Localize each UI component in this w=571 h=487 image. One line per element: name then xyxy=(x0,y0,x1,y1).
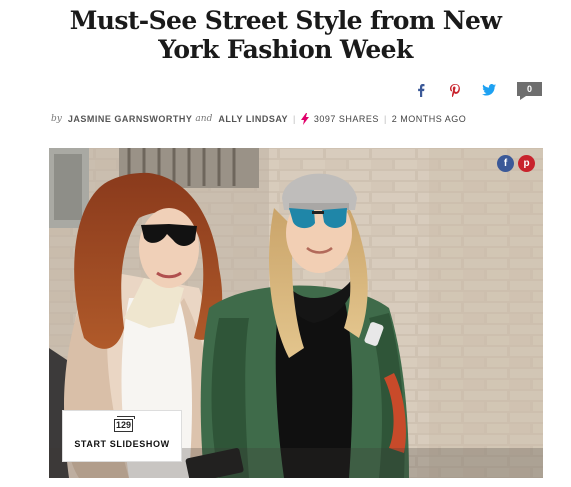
photo-pinterest-share-icon[interactable]: p xyxy=(518,155,535,172)
byline-divider: | xyxy=(383,114,387,124)
slideshow-count-icon: 129 xyxy=(114,416,135,432)
article-title: Must-See Street Style from New York Fash… xyxy=(69,6,502,64)
start-slideshow-button[interactable]: 129 START SLIDESHOW xyxy=(62,410,182,462)
share-count: 3097 SHARES xyxy=(313,114,379,124)
lightning-bolt-icon xyxy=(300,113,309,125)
comment-count-button[interactable]: 0 xyxy=(517,82,542,100)
facebook-icon[interactable] xyxy=(414,82,428,98)
byline-and: and xyxy=(195,114,213,124)
author-link-1[interactable]: JASMINE GARNSWORTHY xyxy=(68,114,193,124)
byline: by JASMINE GARNSWORTHY and ALLY LINDSAY … xyxy=(51,113,466,125)
byline-divider: | xyxy=(293,114,296,124)
author-link-2[interactable]: ALLY LINDSAY xyxy=(218,114,288,124)
share-bar xyxy=(0,82,571,100)
start-slideshow-label: START SLIDESHOW xyxy=(74,439,170,449)
twitter-icon[interactable] xyxy=(479,82,499,98)
publish-time: 2 MONTHS AGO xyxy=(391,114,467,124)
photo-facebook-share-icon[interactable]: f xyxy=(497,155,514,172)
pinterest-icon[interactable] xyxy=(447,82,463,98)
byline-by: by xyxy=(51,114,62,124)
